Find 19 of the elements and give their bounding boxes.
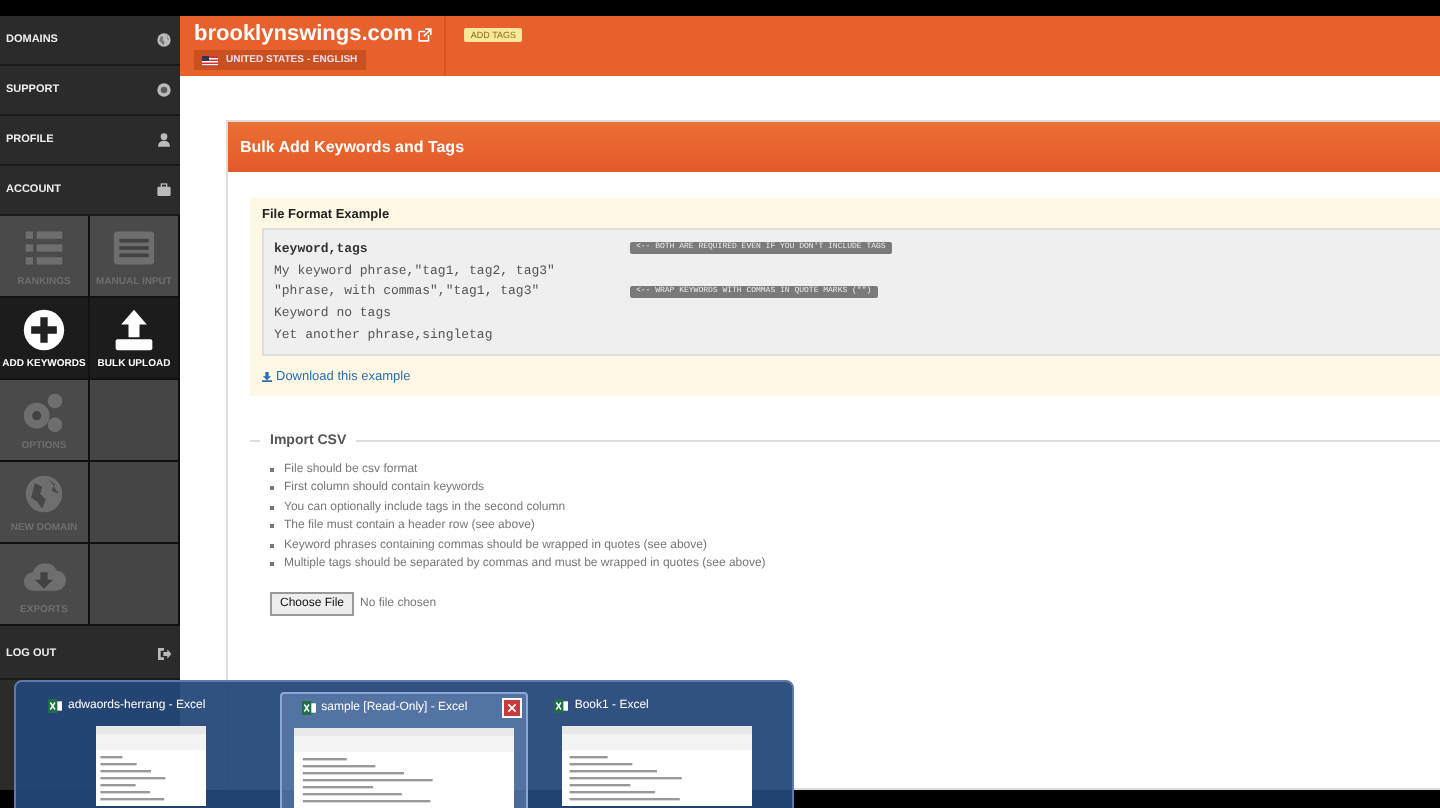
globe-icon	[156, 32, 172, 48]
upload-icon	[112, 307, 156, 351]
spreadsheet-app-icon	[301, 700, 316, 716]
logout-icon	[156, 646, 172, 662]
lifebuoy-icon	[156, 82, 172, 98]
spreadsheet-app-icon	[48, 698, 62, 714]
close-button[interactable]	[502, 698, 523, 718]
spreadsheet-app-icon	[554, 698, 569, 714]
window-thumbnail	[95, 726, 206, 806]
close-icon	[506, 702, 519, 714]
external-link-icon[interactable]	[418, 27, 433, 41]
gears-icon	[22, 389, 66, 433]
plus-icon	[22, 307, 66, 351]
globe-icon	[22, 471, 66, 515]
user-icon	[156, 132, 172, 148]
panel-title: Bulk Add Keywords and Tags	[228, 122, 1440, 172]
flag-icon	[202, 55, 218, 65]
briefcase-icon	[156, 182, 172, 198]
download-icon	[262, 371, 272, 382]
